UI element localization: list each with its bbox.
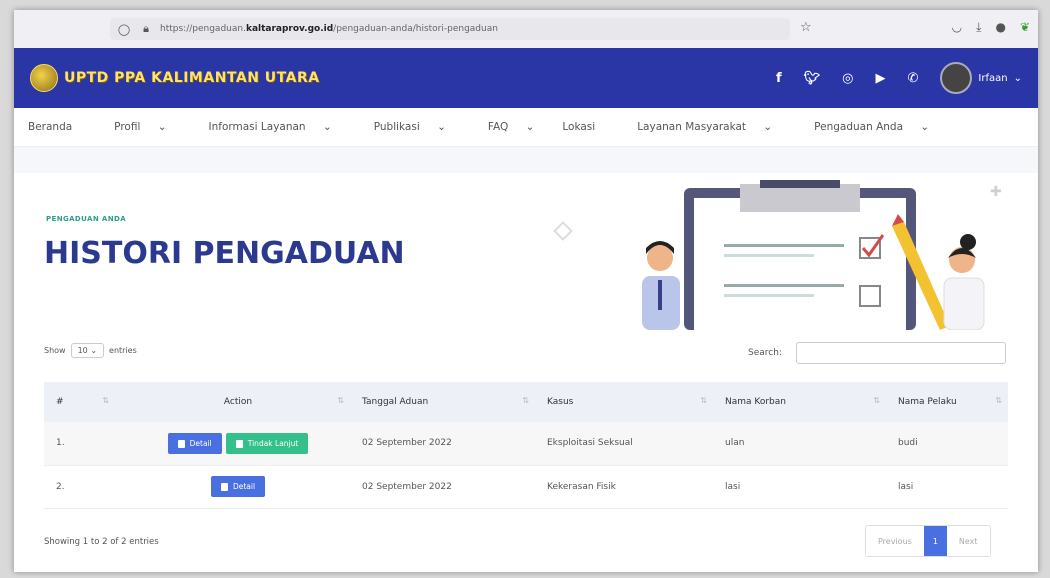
table-header-row: # ⇅ Action ⇅ Tanggal Aduan ⇅ Kasus ⇅ Nama Ko… (44, 382, 1008, 422)
shield-icon: ◯ (117, 22, 131, 36)
row-actions: Detail Tindak Lanjut (115, 422, 350, 465)
col-nama-korban[interactable]: Nama Korban ⇅ (713, 382, 886, 422)
table-row: 2. Detail 02 September 2022 Kekerasan Fi… (44, 465, 1008, 508)
row-number: 1. (56, 438, 65, 449)
nav-item-lokasi[interactable]: Lokasi (562, 121, 595, 133)
decorative-diamond-icon (553, 221, 573, 241)
province-emblem-icon (30, 64, 58, 92)
table-info: Showing 1 to 2 of 2 entries (44, 537, 159, 547)
browser-window: ◯ 🔒︎ https://pengaduan.kaltaraprov.go.id… (14, 10, 1038, 572)
twitter-icon[interactable]: 🐦︎ (804, 71, 821, 86)
user-name: Irfaan (978, 72, 1008, 84)
entries-select[interactable]: 10 ⌄ (70, 343, 105, 358)
show-label: Show (44, 346, 66, 355)
nav-item-informasi-layanan[interactable]: Informasi Layanan ⌄ (195, 121, 332, 133)
youtube-icon[interactable]: ▶ (876, 71, 886, 86)
row-actions: Detail (115, 465, 350, 508)
nav-item-profil[interactable]: Profil ⌄ (100, 121, 166, 133)
previous-button[interactable]: Previous (866, 526, 924, 556)
site-header: UPTD PPA KALIMANTAN UTARA f 🐦︎ ◎ ▶ ✆ Irf… (14, 48, 1038, 108)
browser-tools: ◡ ⤓ ● ❦ (952, 20, 1030, 35)
address-bar[interactable]: ◯ 🔒︎ https://pengaduan.kaltaraprov.go.id… (110, 18, 790, 40)
file-icon (235, 439, 243, 448)
col-nama-pelaku[interactable]: Nama Pelaku ⇅ (886, 382, 1008, 422)
instagram-icon[interactable]: ◎ (842, 71, 853, 86)
url-text: https://pengaduan.kaltaraprov.go.id/peng… (160, 24, 498, 34)
search-label: Search: (748, 348, 782, 358)
bookmark-star-icon[interactable]: ☆ (800, 20, 812, 35)
nav-item-beranda[interactable]: Beranda (28, 121, 72, 133)
entries-label: entries (109, 346, 137, 355)
social-links: f 🐦︎ ◎ ▶ ✆ Irfaan ⌄ (776, 62, 1022, 94)
row-pelaku: lasi (898, 481, 914, 492)
site-title: UPTD PPA KALIMANTAN UTARA (64, 70, 320, 86)
page-title: HISTORI PENGADUAN (44, 236, 405, 271)
extension-icon[interactable]: ● (995, 20, 1005, 35)
main-nav: Beranda Profil ⌄ Informasi Layanan ⌄ Pub… (14, 108, 1038, 147)
row-korban: lasi (725, 481, 741, 492)
row-korban: ulan (725, 438, 745, 449)
page-1-button[interactable]: 1 (923, 526, 947, 556)
whatsapp-icon[interactable]: ✆ (908, 71, 919, 86)
detail-button[interactable]: Detail (210, 476, 266, 497)
pocket-icon[interactable]: ◡ (952, 20, 962, 35)
lock-icon: 🔒︎ (143, 22, 149, 35)
follow-up-button[interactable]: Tindak Lanjut (225, 432, 309, 454)
row-pelaku: budi (898, 438, 918, 449)
avatar (940, 62, 973, 94)
complaint-history-table: # ⇅ Action ⇅ Tanggal Aduan ⇅ Kasus ⇅ Nama Ko… (44, 382, 1008, 509)
nav-item-faq[interactable]: FAQ ⌄ (474, 121, 534, 133)
table-row: 1. Detail Tindak Lanjut 02 September 2022… (44, 422, 1008, 465)
file-icon (220, 483, 228, 491)
col-action[interactable]: Action ⇅ (115, 382, 350, 422)
col-kasus[interactable]: Kasus ⇅ (535, 382, 713, 422)
download-icon[interactable]: ⤓ (976, 20, 981, 35)
detail-button[interactable]: Detail (167, 432, 222, 454)
checklist-illustration (642, 180, 985, 330)
next-button[interactable]: Next (946, 526, 990, 556)
nav-item-pengaduan-anda[interactable]: Pengaduan Anda ⌄ (800, 121, 929, 133)
leaf-extension-icon[interactable]: ❦ (1020, 20, 1030, 35)
row-kasus: Eksploitasi Seksual (547, 438, 633, 449)
col-tanggal-aduan[interactable]: Tanggal Aduan ⇅ (350, 382, 535, 422)
row-number: 2. (56, 481, 65, 492)
section-divider (14, 147, 1038, 173)
entries-length-control: Show 10 ⌄ entries (44, 343, 137, 358)
page-kicker: PENGADUAN ANDA (46, 215, 127, 223)
sort-icon: ⇅ (873, 396, 880, 405)
sort-icon: ⇅ (522, 396, 529, 405)
nav-item-publikasi[interactable]: Publikasi ⌄ (360, 121, 446, 133)
facebook-icon[interactable]: f (776, 71, 782, 86)
col-number[interactable]: # ⇅ (44, 382, 115, 422)
pagination: Previous 1 Next (865, 525, 991, 557)
row-date: 02 September 2022 (362, 481, 452, 492)
sort-icon: ⇅ (995, 396, 1002, 405)
user-menu[interactable]: Irfaan ⌄ (940, 62, 1022, 94)
chevron-down-icon: ⌄ (1013, 72, 1022, 84)
site-logo[interactable]: UPTD PPA KALIMANTAN UTARA (30, 64, 320, 92)
sort-icon: ⇅ (337, 396, 344, 405)
sort-icon: ⇅ (102, 396, 109, 405)
nav-item-layanan-masyarakat[interactable]: Layanan Masyarakat ⌄ (623, 121, 772, 133)
row-date: 02 September 2022 (362, 438, 452, 449)
browser-toolbar: ◯ 🔒︎ https://pengaduan.kaltaraprov.go.id… (14, 10, 1038, 48)
file-icon (177, 439, 185, 448)
search-input[interactable] (796, 342, 1006, 364)
row-kasus: Kekerasan Fisik (547, 481, 616, 492)
sort-icon: ⇅ (700, 396, 707, 405)
